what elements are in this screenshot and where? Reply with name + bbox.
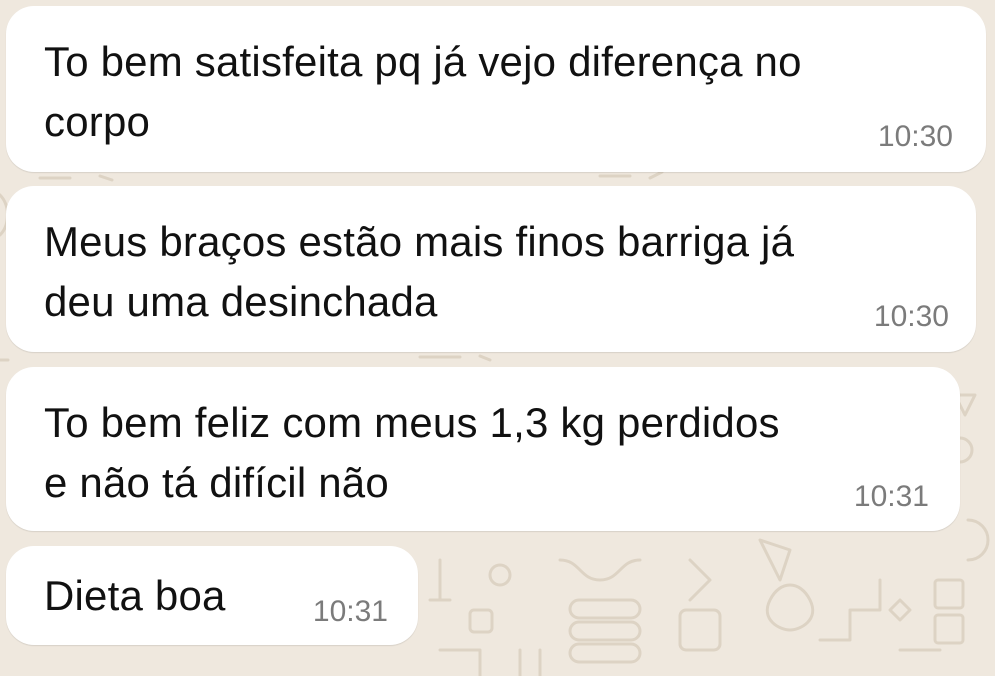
message-timestamp: 10:30 — [873, 300, 949, 333]
message-bubble[interactable]: To bem feliz com meus 1,3 kg perdidos e … — [6, 367, 960, 531]
message-text: Dieta boa — [44, 572, 226, 619]
message-timestamp: 10:31 — [853, 480, 929, 513]
message-text: To bem feliz com meus 1,3 kg perdidos e … — [44, 399, 780, 506]
message-text: To bem satisfeita pq já vejo diferença n… — [44, 38, 802, 145]
message-bubble[interactable]: Dieta boa 10:31 — [6, 546, 418, 645]
message-timestamp: 10:30 — [877, 120, 953, 153]
message-bubble[interactable]: To bem satisfeita pq já vejo diferença n… — [6, 6, 986, 172]
message-timestamp: 10:31 — [312, 595, 388, 628]
message-text: Meus braços estão mais finos barriga já … — [44, 218, 795, 325]
message-bubble[interactable]: Meus braços estão mais finos barriga já … — [6, 186, 976, 352]
message-list[interactable]: To bem satisfeita pq já vejo diferença n… — [0, 0, 995, 676]
